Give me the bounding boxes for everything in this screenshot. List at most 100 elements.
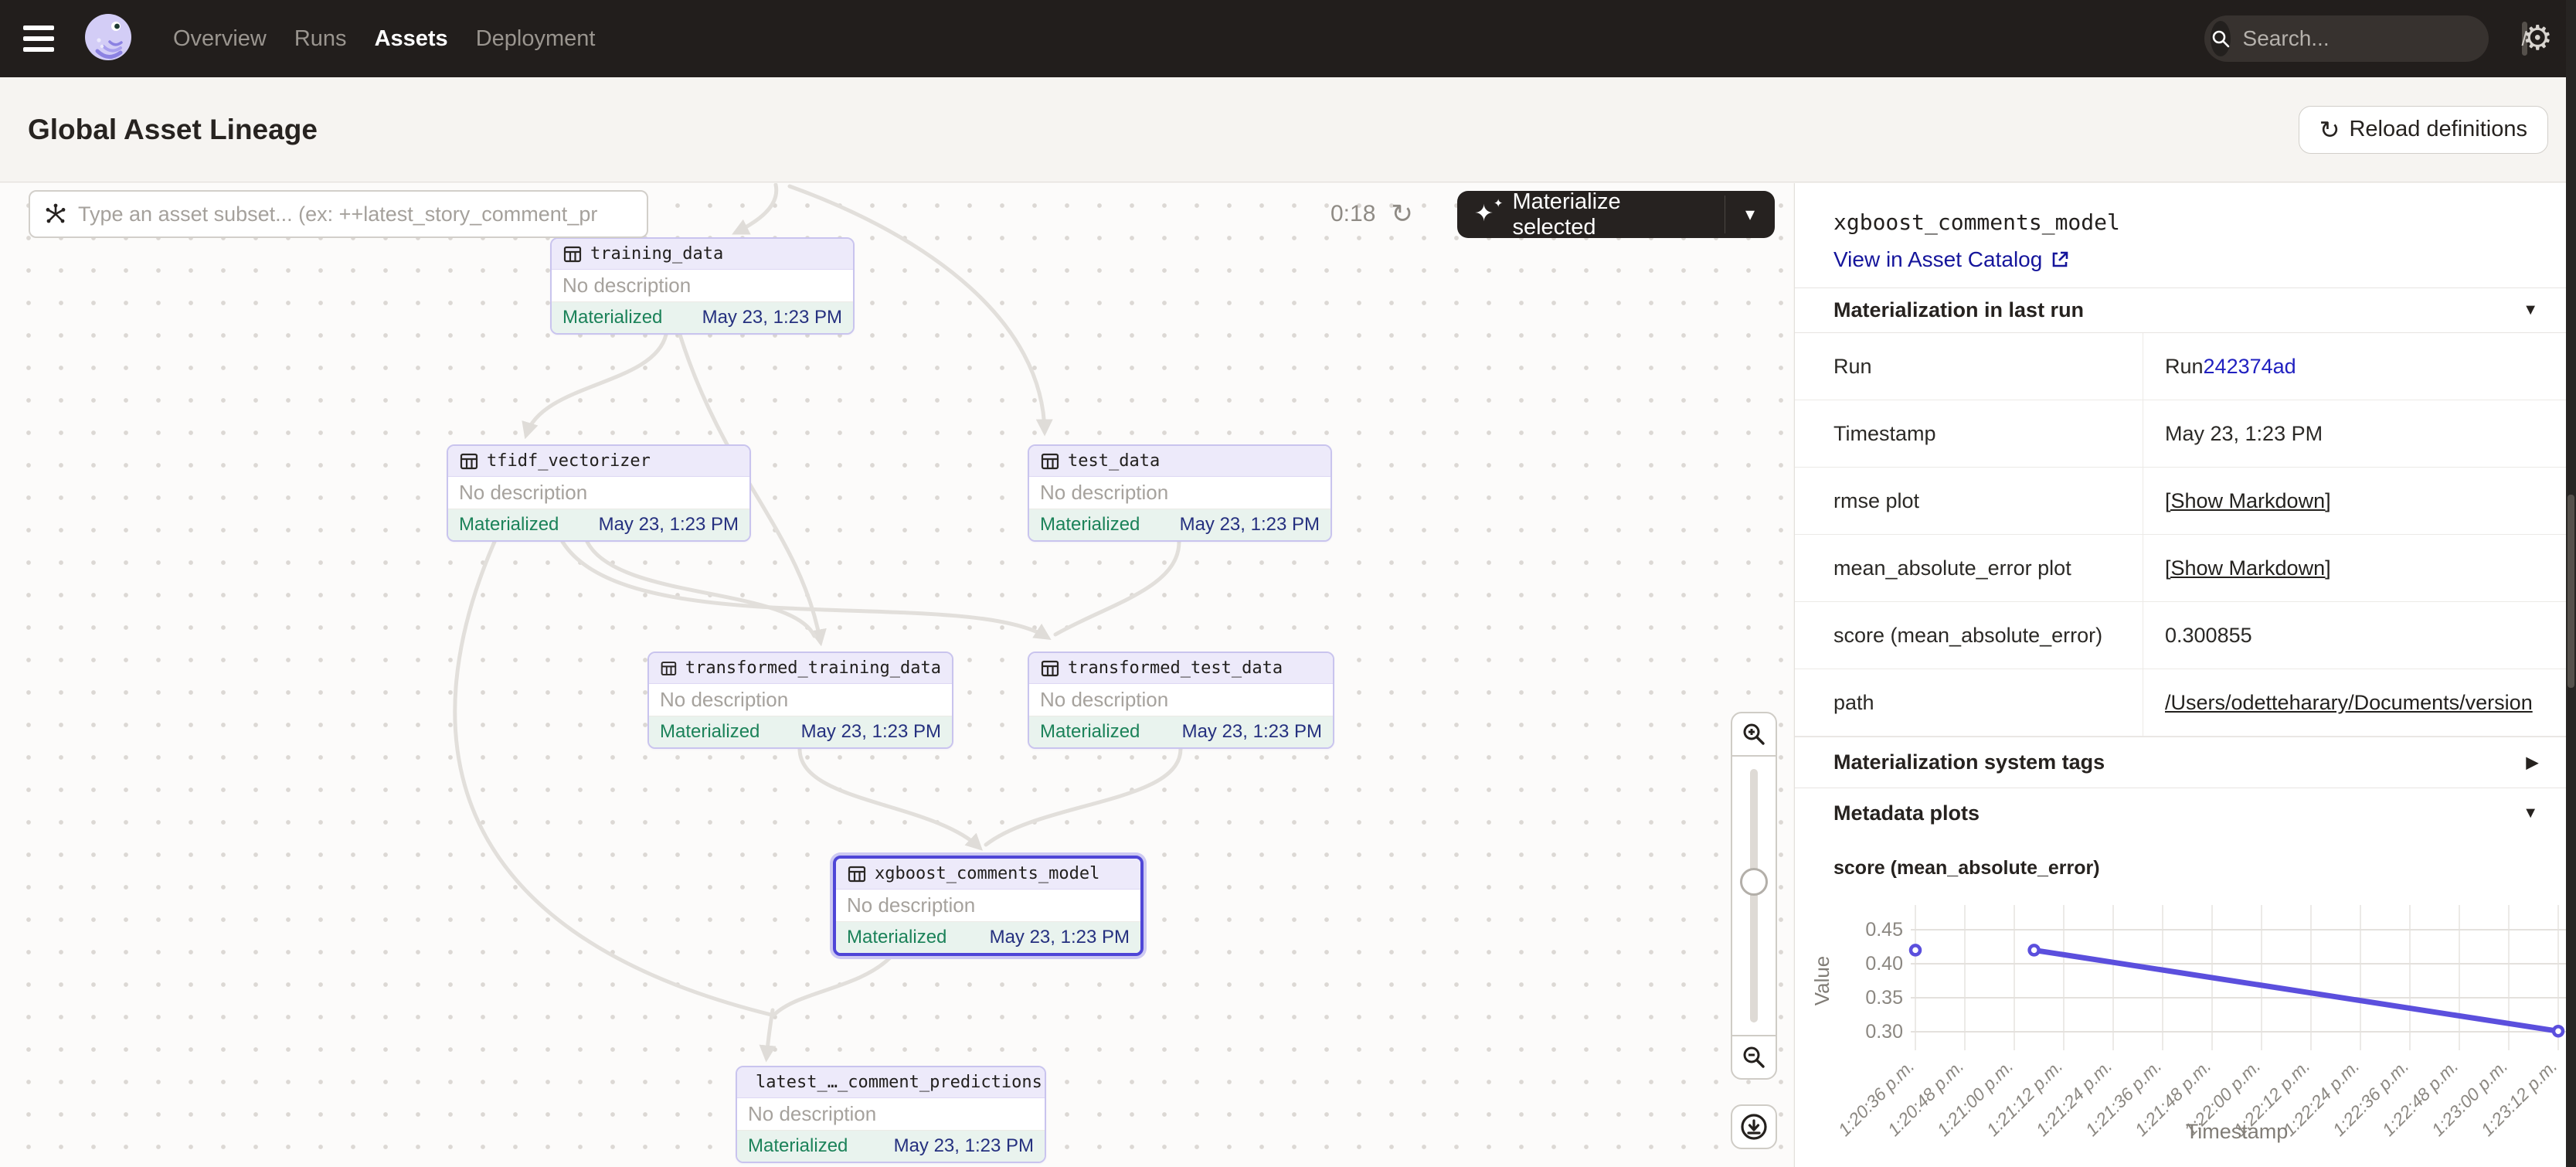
run-prefix: Run <box>2165 355 2204 379</box>
asset-name: latest_…_comment_predictions <box>756 1073 1042 1092</box>
table-icon <box>562 244 583 264</box>
page-header: Global Asset Lineage ↻ Reload definition… <box>0 77 2576 182</box>
materialize-options-dropdown[interactable]: ▾ <box>1725 191 1775 238</box>
asset-description: No description <box>1029 684 1333 716</box>
asset-name: training_data <box>590 244 723 264</box>
zoom-controls <box>1731 712 1777 1080</box>
asset-node-test-data[interactable]: test_data No description Materialized May… <box>1028 444 1332 542</box>
asset-filter-box[interactable] <box>29 190 648 238</box>
asset-description: No description <box>649 684 952 716</box>
asset-status: Materialized <box>748 1135 848 1157</box>
row-label: path <box>1795 691 2143 715</box>
zoom-slider[interactable] <box>1732 757 1776 1035</box>
table-row-rmse-plot: rmse plot [Show Markdown] <box>1795 468 2566 535</box>
refresh-timer: 0:18 <box>1330 201 1375 227</box>
download-icon <box>1739 1112 1769 1141</box>
chevron-down-icon: ▼ <box>2523 805 2538 822</box>
asset-status: Materialized <box>660 721 760 743</box>
svg-text:Timestamp: Timestamp <box>2186 1120 2289 1143</box>
table-icon <box>1040 658 1060 679</box>
global-search[interactable]: / <box>2204 15 2489 62</box>
dagster-logo-icon[interactable] <box>80 11 136 66</box>
asset-timestamp[interactable]: May 23, 1:23 PM <box>894 1135 1034 1157</box>
asset-description: No description <box>737 1098 1045 1131</box>
search-input[interactable] <box>2243 26 2522 51</box>
asset-timestamp[interactable]: May 23, 1:23 PM <box>990 927 1130 948</box>
row-label: score (mean_absolute_error) <box>1795 624 2143 648</box>
refresh-graph-icon[interactable]: ↻ <box>1391 201 1413 227</box>
section-metadata-plots[interactable]: Metadata plots ▼ <box>1795 788 2566 839</box>
chevron-down-icon: ▼ <box>2523 301 2538 319</box>
asset-name: xgboost_comments_model <box>875 864 1099 883</box>
asset-timestamp[interactable]: May 23, 1:23 PM <box>702 307 842 328</box>
asset-name: transformed_training_data <box>685 658 941 678</box>
asset-description: No description <box>448 477 749 509</box>
zoom-in-button[interactable] <box>1732 713 1776 757</box>
table-row-timestamp: Timestamp May 23, 1:23 PM <box>1795 400 2566 468</box>
page-scrollbar[interactable] <box>2566 0 2576 1167</box>
asset-node-transformed-training-data[interactable]: transformed_training_data No description… <box>647 652 953 749</box>
view-in-asset-catalog-link[interactable]: View in Asset Catalog <box>1833 247 2070 272</box>
nav-item-assets[interactable]: Assets <box>375 26 448 52</box>
asset-status: Materialized <box>1040 514 1140 536</box>
asset-details-panel: xgboost_comments_model View in Asset Cat… <box>1794 183 2566 1167</box>
section-materialization-last-run[interactable]: Materialization in last run ▼ <box>1795 287 2566 332</box>
zoom-out-button[interactable] <box>1732 1035 1776 1078</box>
asset-node-xgboost-comments-model[interactable]: xgboost_comments_model No description Ma… <box>833 856 1144 956</box>
timestamp-value: May 23, 1:23 PM <box>2143 400 2566 467</box>
asset-name: tfidf_vectorizer <box>487 451 651 471</box>
asset-subset-input[interactable] <box>78 202 633 226</box>
table-row-mae-plot: mean_absolute_error plot [Show Markdown] <box>1795 535 2566 602</box>
chevron-right-icon: ▶ <box>2527 753 2538 772</box>
top-nav: Overview Runs Assets Deployment / ⚙ <box>0 0 2576 77</box>
asset-description: No description <box>552 270 853 302</box>
svg-text:0.45: 0.45 <box>1865 919 1903 941</box>
nav-item-runs[interactable]: Runs <box>294 26 347 52</box>
table-icon <box>459 451 479 471</box>
external-link-icon <box>2050 250 2070 270</box>
materialization-metadata-table: Run Run 242374ad Timestamp May 23, 1:23 … <box>1795 332 2566 737</box>
asset-lineage-graph[interactable]: training_data No description Materialize… <box>0 183 1793 1167</box>
show-markdown-link[interactable]: [Show Markdown] <box>2165 489 2331 513</box>
run-id-link[interactable]: 242374ad <box>2204 355 2296 379</box>
asset-status: Materialized <box>1040 721 1140 743</box>
nav-item-overview[interactable]: Overview <box>173 26 267 52</box>
zoom-slider-knob[interactable] <box>1740 868 1768 896</box>
path-link[interactable]: /Users/odetteharary/Documents/version <box>2165 691 2533 715</box>
scrollbar-thumb[interactable] <box>2568 495 2574 688</box>
zoom-slider-track[interactable] <box>1750 769 1758 1022</box>
asset-node-tfidf-vectorizer[interactable]: tfidf_vectorizer No description Material… <box>447 444 751 542</box>
svg-text:0.35: 0.35 <box>1865 987 1903 1009</box>
reload-definitions-label: Reload definitions <box>2349 117 2527 142</box>
asset-timestamp[interactable]: May 23, 1:23 PM <box>801 721 941 743</box>
show-markdown-link[interactable]: [Show Markdown] <box>2165 556 2331 580</box>
score-line-chart: 1:20:36 p.m.1:20:48 p.m.1:21:00 p.m.1:21… <box>1795 879 2566 1157</box>
table-row-path: path /Users/odetteharary/Documents/versi… <box>1795 669 2566 737</box>
asset-node-transformed-test-data[interactable]: transformed_test_data No description Mat… <box>1028 652 1334 749</box>
svg-text:Value: Value <box>1810 956 1833 1006</box>
table-icon <box>660 658 678 679</box>
sparkle-icon: ✦ ✦ <box>1474 201 1501 229</box>
materialize-selected-button[interactable]: ✦ ✦ Materialize selected ▾ <box>1457 191 1775 238</box>
hamburger-menu-icon[interactable] <box>23 21 65 56</box>
table-icon <box>1040 451 1060 471</box>
asset-timestamp[interactable]: May 23, 1:23 PM <box>1182 721 1322 743</box>
asset-status: Materialized <box>562 307 662 328</box>
score-value: 0.300855 <box>2143 602 2566 669</box>
asset-timestamp[interactable]: May 23, 1:23 PM <box>599 514 739 536</box>
row-label: mean_absolute_error plot <box>1795 556 2143 580</box>
section-materialization-system-tags[interactable]: Materialization system tags ▶ <box>1795 737 2566 788</box>
asset-name: test_data <box>1068 451 1160 471</box>
gear-icon[interactable]: ⚙ <box>2523 22 2553 56</box>
metadata-plot-title: score (mean_absolute_error) <box>1833 857 2566 879</box>
download-graph-button[interactable] <box>1731 1104 1777 1149</box>
asset-description: No description <box>1029 477 1330 509</box>
asset-timestamp[interactable]: May 23, 1:23 PM <box>1180 514 1320 536</box>
asset-node-latest-comment-predictions[interactable]: latest_…_comment_predictions No descript… <box>736 1066 1046 1163</box>
reload-definitions-button[interactable]: ↻ Reload definitions <box>2299 106 2548 154</box>
asset-node-training-data[interactable]: training_data No description Materialize… <box>550 237 855 335</box>
table-row-score: score (mean_absolute_error) 0.300855 <box>1795 602 2566 669</box>
asset-description: No description <box>836 890 1140 922</box>
asset-graph-icon <box>44 202 67 226</box>
nav-item-deployment[interactable]: Deployment <box>476 26 596 52</box>
